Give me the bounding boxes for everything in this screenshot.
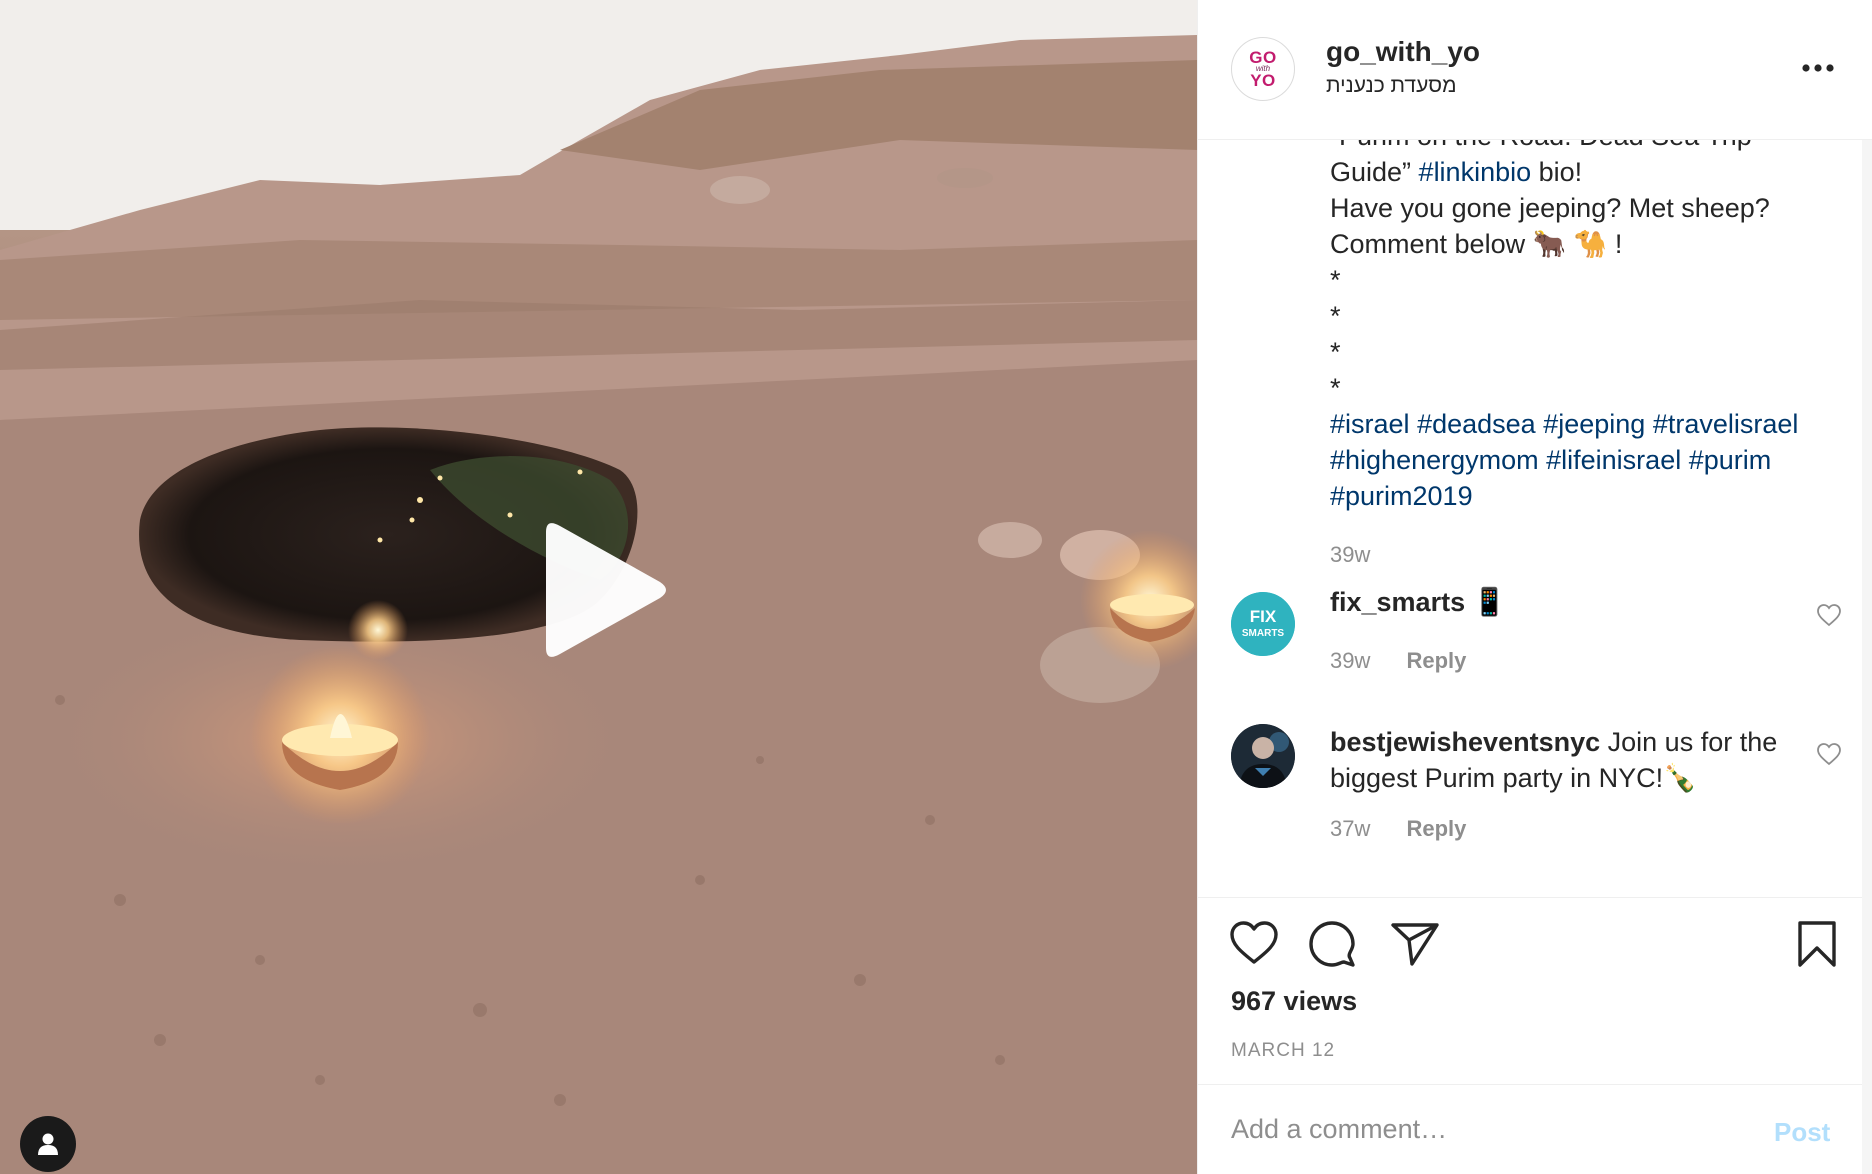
hashtag-link[interactable]: #linkinbio <box>1419 157 1532 187</box>
caption-text <box>1681 445 1689 475</box>
comment-input[interactable] <box>1231 1107 1731 1151</box>
caption-text <box>1410 409 1418 439</box>
comment-text: bestjewisheventsnyc Join us for the bigg… <box>1330 724 1790 796</box>
add-comment-bar: Post <box>1198 1084 1872 1174</box>
user-icon <box>38 1133 58 1155</box>
hashtag-link[interactable]: #purim2019 <box>1330 481 1473 511</box>
reply-button[interactable]: Reply <box>1406 648 1466 673</box>
hashtag-link[interactable]: #travelisrael <box>1653 409 1799 439</box>
caption-text: “Purim on the Road: Dead Sea Trip <box>1330 140 1752 151</box>
caption-text: * <box>1330 337 1341 367</box>
commenter-avatar[interactable] <box>1231 724 1295 788</box>
caption-line: Comment below 🐂 🐪 ! <box>1330 226 1850 262</box>
caption-text: * <box>1330 265 1341 295</box>
comment-timestamp: 37w <box>1330 816 1371 841</box>
post-actions-section: 967 views MARCH 12 <box>1198 897 1872 1084</box>
caption-line: “Purim on the Road: Dead Sea Trip <box>1330 140 1850 154</box>
hashtag-link[interactable]: #purim <box>1689 445 1772 475</box>
window-scrollbar[interactable] <box>1862 0 1872 1174</box>
caption-timestamp: 39w <box>1330 542 1371 567</box>
comment-body: 📱 <box>1472 587 1507 617</box>
caption-text <box>1539 445 1547 475</box>
caption-line: #purim2019 <box>1330 478 1850 514</box>
caption-text: Comment below 🐂 🐪 ! <box>1330 229 1623 259</box>
caption-text: * <box>1330 373 1341 403</box>
caption-line: * <box>1330 298 1850 334</box>
play-icon[interactable] <box>536 522 668 658</box>
caption-line: Guide” #linkinbio bio! <box>1330 154 1850 190</box>
tagged-users-button[interactable] <box>20 1116 76 1172</box>
commenter-username[interactable]: fix_smarts <box>1330 587 1465 617</box>
hashtag-link[interactable]: #lifeinisrael <box>1546 445 1681 475</box>
caption-line: Have you gone jeeping? Met sheep? <box>1330 190 1850 226</box>
caption-line: * <box>1330 262 1850 298</box>
view-count[interactable]: 967 views <box>1231 986 1357 1017</box>
comment-timestamp: 39w <box>1330 648 1371 673</box>
commenter-avatar[interactable]: FIX SMARTS <box>1231 592 1295 656</box>
caption-text: * <box>1330 301 1341 331</box>
comment-meta: 39w Reply <box>1330 648 1466 674</box>
more-horizontal-icon[interactable] <box>1800 62 1836 74</box>
hashtag-link[interactable]: #deadsea <box>1417 409 1536 439</box>
hashtag-link[interactable]: #jeeping <box>1543 409 1645 439</box>
hashtag-link[interactable]: #highenergymom <box>1330 445 1539 475</box>
bookmark-icon[interactable] <box>1796 920 1838 968</box>
heart-icon[interactable] <box>1229 920 1279 966</box>
post-caption: “Purim on the Road: Dead Sea Trip Guide” … <box>1330 140 1850 514</box>
paper-plane-icon[interactable] <box>1390 922 1440 966</box>
comment-like-heart-icon[interactable] <box>1816 742 1842 766</box>
post-side-panel: GO with YO go_with_yo מסעדת כנענית “Puri… <box>1197 0 1872 1174</box>
caption-text: bio! <box>1531 157 1583 187</box>
post-media[interactable] <box>0 0 1197 1174</box>
caption-text: Have you gone jeeping? Met sheep? <box>1330 193 1770 223</box>
comment-like-heart-icon[interactable] <box>1816 603 1842 627</box>
caption-text <box>1645 409 1653 439</box>
post-comment-button[interactable]: Post <box>1774 1117 1830 1148</box>
hashtag-link[interactable]: #israel <box>1330 409 1410 439</box>
post-date[interactable]: MARCH 12 <box>1231 1040 1335 1062</box>
logo-text-bottom: YO <box>1250 70 1276 90</box>
author-avatar[interactable]: GO with YO <box>1231 37 1295 101</box>
comment-meta: 37w Reply <box>1330 816 1466 842</box>
caption-line: * <box>1330 370 1850 406</box>
svg-text:SMARTS: SMARTS <box>1242 628 1285 639</box>
caption-line: #israel #deadsea #jeeping #travelisrael <box>1330 406 1850 442</box>
reply-button[interactable]: Reply <box>1406 816 1466 841</box>
post-location[interactable]: מסעדת כנענית <box>1326 74 1457 98</box>
comment-text: fix_smarts 📱 <box>1330 584 1790 620</box>
comments-scroll-area[interactable]: “Purim on the Road: Dead Sea Trip Guide” … <box>1198 140 1872 898</box>
comment-bubble-icon[interactable] <box>1308 920 1356 968</box>
post-header: GO with YO go_with_yo מסעדת כנענית <box>1198 0 1872 140</box>
caption-line: #highenergymom #lifeinisrael #purim <box>1330 442 1850 478</box>
svg-text:FIX: FIX <box>1250 607 1277 626</box>
author-username[interactable]: go_with_yo <box>1326 36 1480 68</box>
logo-text-top: GO <box>1249 48 1277 68</box>
fix-smarts-logo: FIX SMARTS <box>1231 592 1295 656</box>
commenter-username[interactable]: bestjewisheventsnyc <box>1330 727 1600 757</box>
caption-text: Guide” <box>1330 157 1419 187</box>
person-photo-icon <box>1231 724 1295 788</box>
caption-line: * <box>1330 334 1850 370</box>
